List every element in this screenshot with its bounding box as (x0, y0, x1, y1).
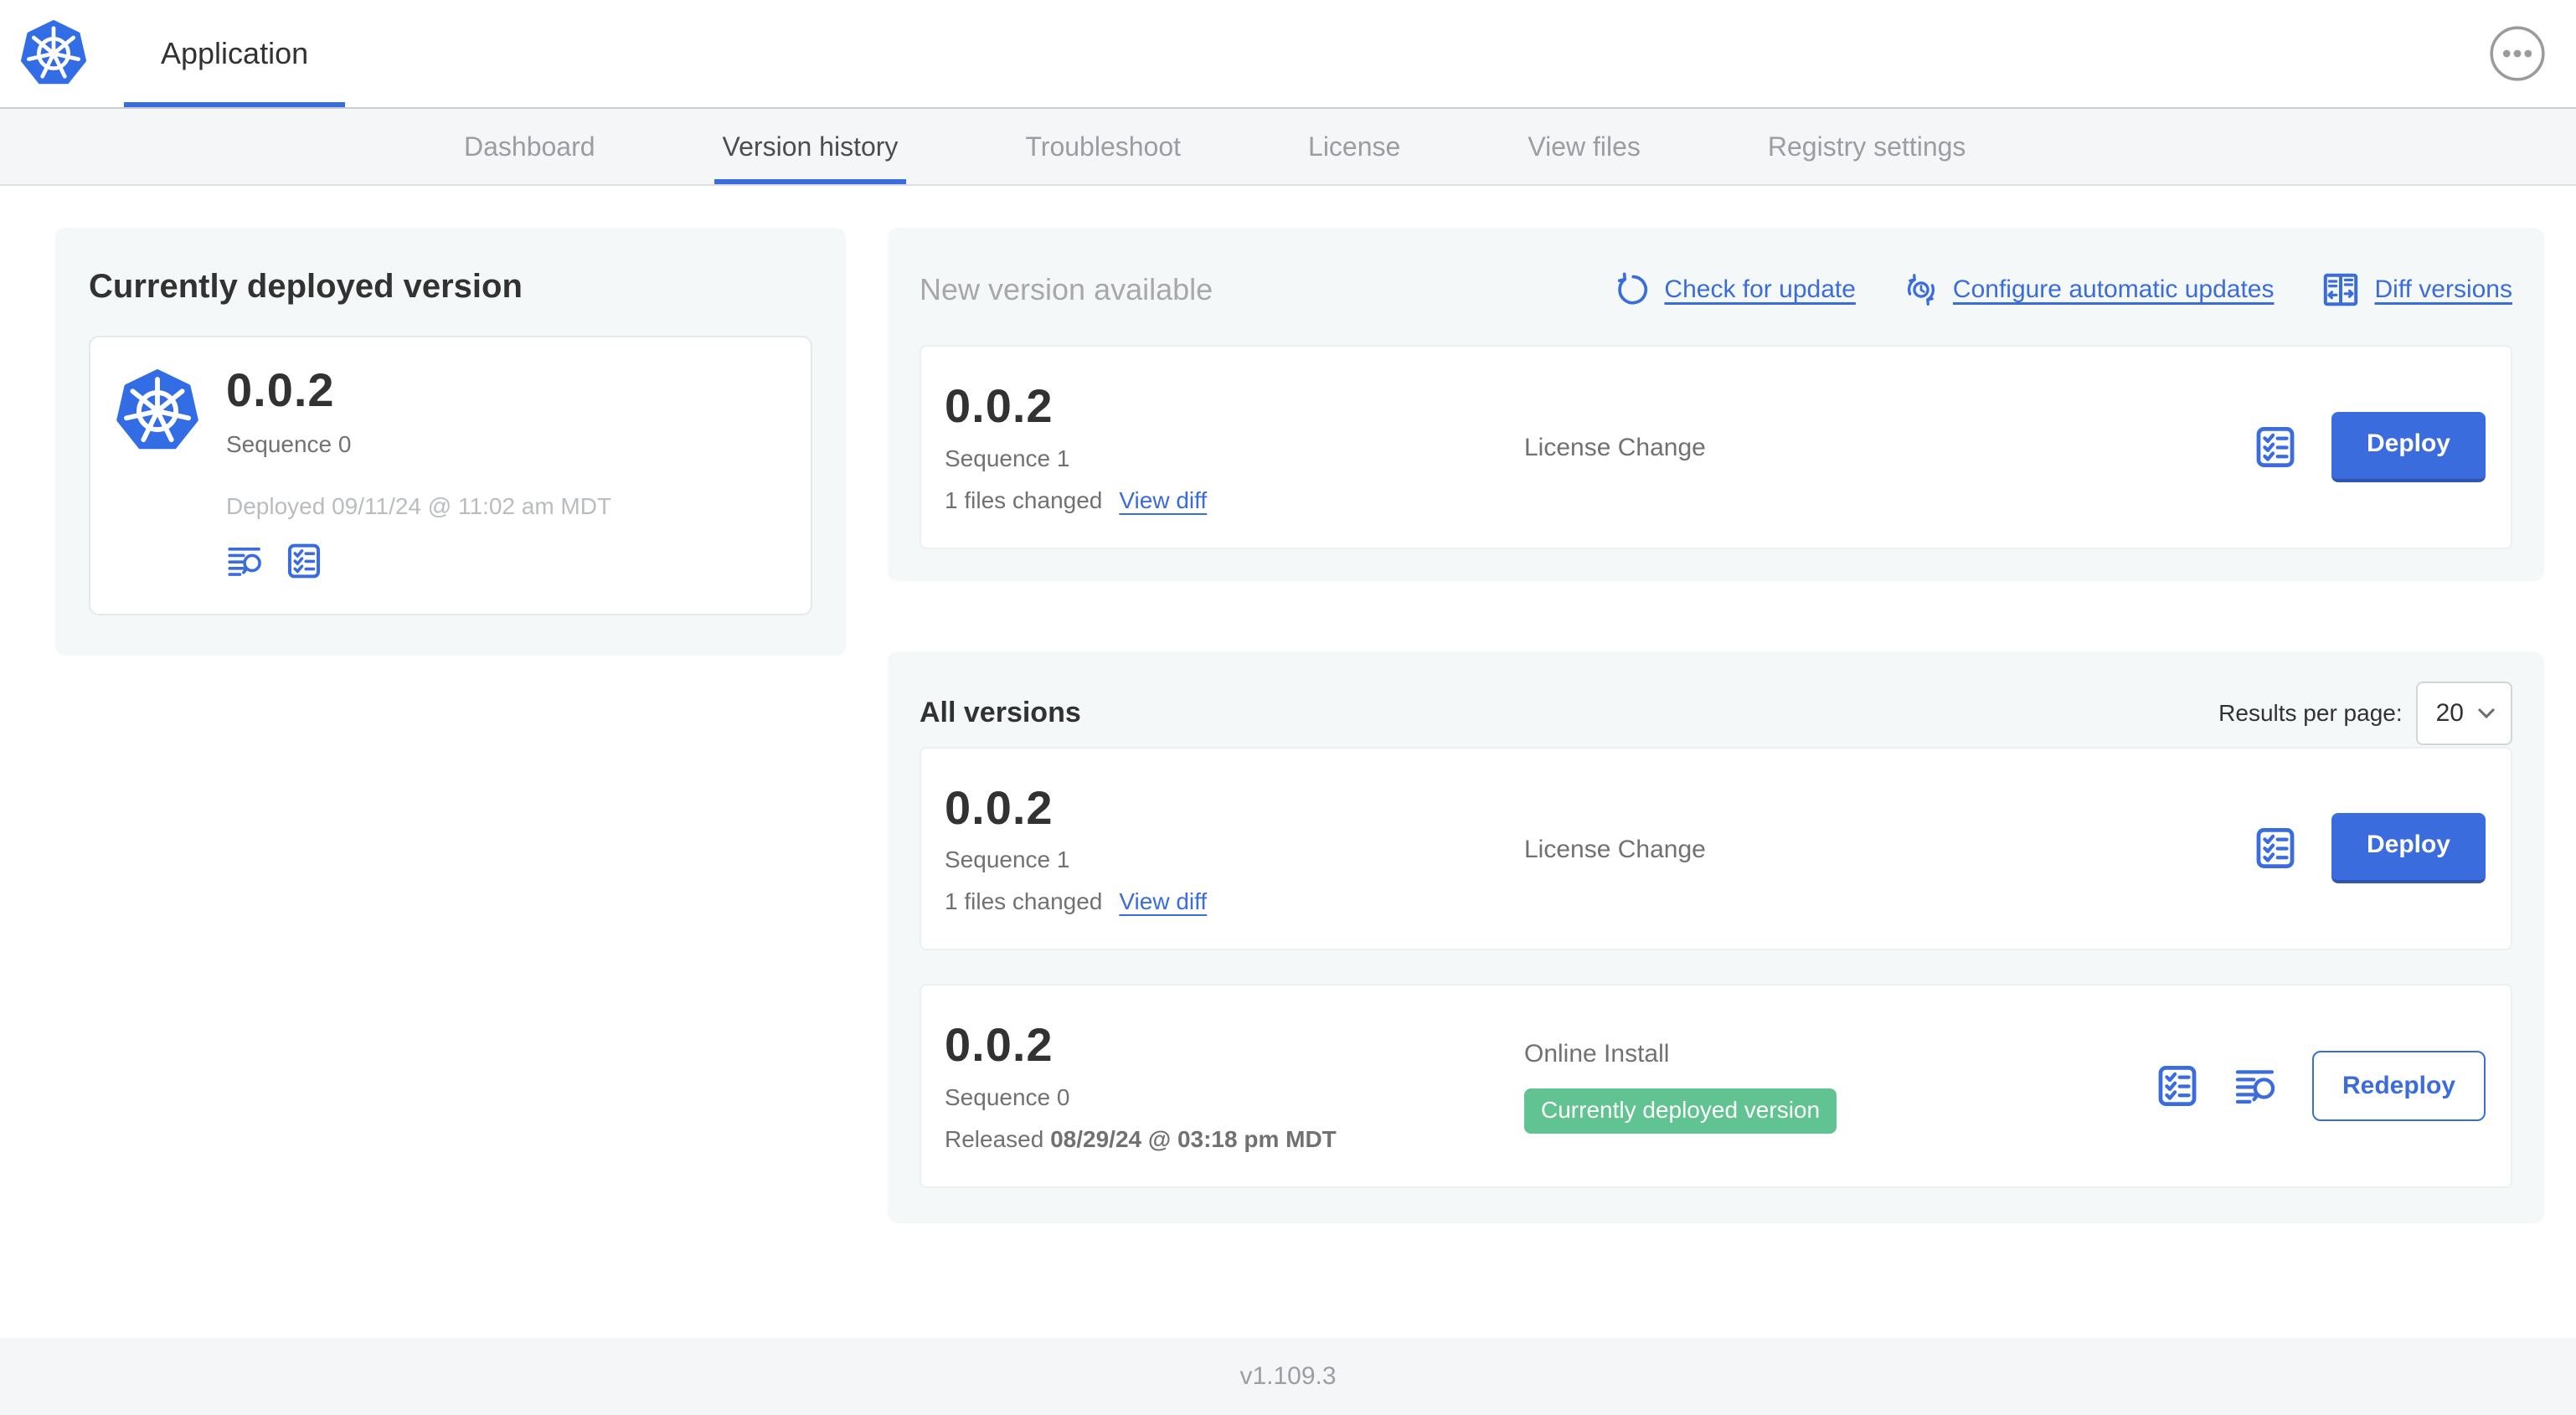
view-diff-link[interactable]: View diff (1119, 888, 1207, 915)
release-notes-icon (228, 547, 261, 576)
version-info: 0.0.2 Sequence 1 1 files changed View di… (945, 780, 1524, 916)
deployed-timestamp: Deployed 09/11/24 @ 11:02 am MDT (226, 492, 612, 519)
view-diff-link[interactable]: View diff (1119, 487, 1207, 514)
deploy-logs-button[interactable] (2233, 1063, 2279, 1109)
kubernetes-logo-icon (116, 368, 199, 455)
configure-automatic-updates-label: Configure automatic updates (1952, 275, 2275, 303)
current-version-info: 0.0.2 Sequence 0 Deployed 09/11/24 @ 11:… (226, 364, 611, 580)
tab-dashboard[interactable]: Dashboard (456, 109, 604, 184)
source-label: License Change (1524, 434, 1706, 462)
released-date: 08/29/24 @ 03:18 pm MDT (1050, 1125, 1337, 1152)
new-version-card: 0.0.2 Sequence 1 1 files changed View di… (920, 345, 2512, 549)
main-content: Currently deployed version 0.0.2 Sequenc… (0, 186, 2576, 1223)
preflight-checklist-icon (285, 542, 323, 580)
version-row: 0.0.2 Sequence 0 Released 08/29/24 @ 03:… (920, 984, 2512, 1188)
files-changed-label: 1 files changed (945, 888, 1103, 915)
preflight-checks-button[interactable] (2253, 424, 2298, 470)
diff-versions-link[interactable]: Diff versions (2321, 270, 2512, 310)
app-header: Application (0, 0, 2576, 107)
new-version-panel: New version available Check for update C… (888, 228, 2544, 581)
configure-automatic-updates-link[interactable]: Configure automatic updates (1903, 271, 2275, 308)
deploy-logs-icon (2233, 1063, 2279, 1109)
check-for-update-link[interactable]: Check for update (1614, 271, 1856, 308)
files-changed-row: 1 files changed View diff (945, 888, 1524, 915)
results-per-page-value: 20 (2435, 698, 2464, 727)
redeploy-button[interactable]: Redeploy (2311, 1050, 2486, 1121)
app-tab[interactable]: Application (0, 0, 308, 107)
tab-view-files[interactable]: View files (1519, 109, 1649, 184)
clock-sync-icon (1907, 274, 1935, 306)
tab-version-history[interactable]: Version history (714, 109, 907, 184)
version-actions: Deploy (2253, 411, 2487, 482)
release-notes-button[interactable] (226, 542, 265, 580)
preflight-checklist-icon (2253, 826, 2298, 871)
preflight-checks-button[interactable] (2155, 1063, 2200, 1109)
kubernetes-logo-icon (20, 20, 87, 87)
overflow-menu-button[interactable] (2489, 25, 2546, 82)
all-versions-header: All versions Results per page: 20 (920, 680, 2512, 747)
results-per-page: Results per page: 20 (2218, 681, 2512, 745)
version-actions: Deploy (2253, 813, 2487, 884)
update-actions: Check for update Configure automatic upd… (1614, 270, 2512, 310)
app-title: Application (161, 36, 309, 70)
results-per-page-label: Results per page: (2218, 699, 2403, 726)
version-source: License Change (1524, 431, 2253, 462)
source-label: License Change (1524, 835, 1706, 863)
sequence-label: Sequence 0 (945, 1083, 1070, 1110)
version-info: 0.0.2 Sequence 1 1 files changed View di… (945, 380, 1524, 514)
files-changed-row: 1 files changed View diff (945, 487, 1524, 514)
version-source: Online Install Currently deployed versio… (1524, 1037, 2155, 1135)
files-changed-label: 1 files changed (945, 486, 1103, 513)
version-label: 0.0.2 (945, 780, 1054, 834)
refresh-icon (1618, 272, 1648, 305)
version-info: 0.0.2 Sequence 0 Released 08/29/24 @ 03:… (945, 1019, 1524, 1153)
source-label: Online Install (1524, 1040, 1670, 1068)
current-version-panel: Currently deployed version 0.0.2 Sequenc… (55, 228, 846, 656)
admin-console: Application Dashboard Version history Tr… (0, 0, 2576, 1415)
right-column: New version available Check for update C… (888, 228, 2544, 1223)
all-versions-panel: All versions Results per page: 20 0.0.2 … (888, 651, 2544, 1223)
tab-troubleshoot[interactable]: Troubleshoot (1017, 109, 1189, 184)
check-for-update-label: Check for update (1664, 275, 1856, 303)
sequence-label: Sequence 1 (945, 445, 1070, 471)
preflight-checks-button[interactable] (2253, 826, 2298, 871)
new-version-header: New version available Check for update C… (920, 256, 2512, 323)
all-versions-heading: All versions (920, 697, 1081, 729)
version-actions: Redeploy (2155, 1050, 2487, 1121)
sequence-label: Sequence 1 (945, 846, 1070, 873)
preflight-checklist-icon (2253, 424, 2298, 470)
version-label: 0.0.2 (226, 363, 335, 416)
diff-icon (2324, 273, 2358, 306)
tab-registry-settings[interactable]: Registry settings (1759, 109, 1975, 184)
version-label: 0.0.2 (945, 1018, 1054, 1072)
ellipsis-icon (2490, 26, 2545, 81)
deploy-button[interactable]: Deploy (2331, 411, 2486, 482)
preflight-checklist-icon (2155, 1063, 2200, 1109)
console-version: v1.109.3 (1239, 1362, 1337, 1390)
current-version-actions (226, 542, 611, 580)
current-version-card: 0.0.2 Sequence 0 Deployed 09/11/24 @ 11:… (89, 336, 812, 615)
app-footer: v1.109.3 (0, 1338, 2576, 1415)
chevron-down-icon (2477, 708, 2496, 718)
current-version-heading: Currently deployed version (89, 268, 523, 305)
version-source: License Change (1524, 833, 2253, 864)
released-prefix: Released (945, 1125, 1044, 1152)
sequence-label: Sequence 0 (226, 430, 352, 457)
version-row: 0.0.2 Sequence 1 1 files changed View di… (920, 746, 2512, 951)
currently-deployed-badge: Currently deployed version (1524, 1088, 1837, 1135)
version-label: 0.0.2 (945, 379, 1054, 432)
app-subnav: Dashboard Version history Troubleshoot L… (0, 107, 2576, 186)
released-timestamp: Released 08/29/24 @ 03:18 pm MDT (945, 1126, 1524, 1153)
new-version-heading: New version available (920, 272, 1213, 306)
results-per-page-select[interactable]: 20 (2415, 681, 2512, 745)
preflight-checks-button[interactable] (285, 542, 323, 580)
deploy-button[interactable]: Deploy (2331, 813, 2486, 884)
app-tab-active-underline (124, 102, 345, 107)
tab-license[interactable]: License (1300, 109, 1409, 184)
diff-versions-label: Diff versions (2374, 275, 2512, 303)
